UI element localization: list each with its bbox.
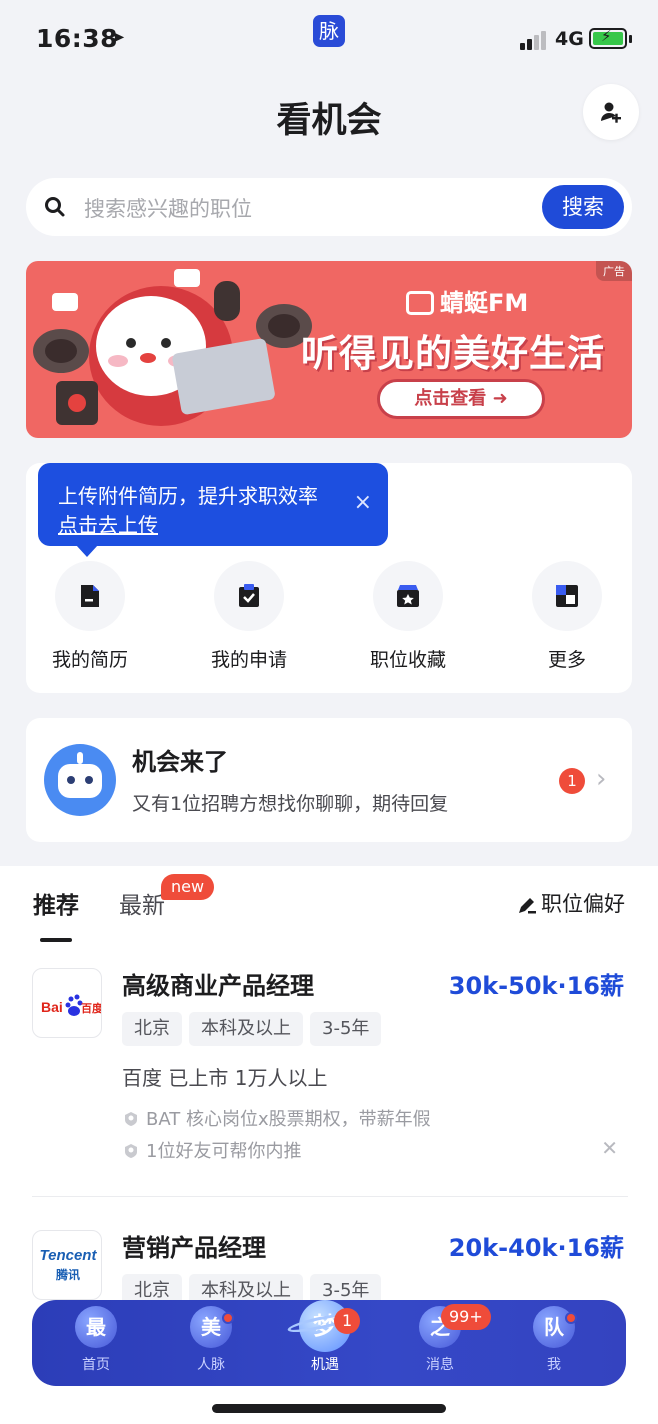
add-contact-button[interactable] — [583, 84, 639, 140]
job-salary: 20k-40k·16薪 — [448, 1234, 624, 1262]
perk-icon — [125, 1112, 137, 1126]
tab-latest[interactable]: 最新 — [119, 886, 165, 920]
dismiss-job-icon[interactable]: ✕ — [601, 1136, 618, 1160]
referral-info: 1位好友可帮你内推 — [122, 1137, 301, 1163]
job-tags: 北京 本科及以上 3-5年 — [122, 1012, 388, 1046]
unread-dot — [222, 1312, 234, 1324]
job-perk: BAT 核心岗位x股票期权，带薪年假 — [122, 1105, 431, 1131]
new-badge: new — [161, 874, 215, 900]
chevron-right-icon: › — [596, 764, 607, 794]
search-icon — [45, 197, 65, 217]
arrow-right-icon: ➜ — [492, 388, 508, 409]
job-tag: 本科及以上 — [189, 1012, 303, 1046]
tab-messages[interactable]: 之 99+ 消息 — [405, 1304, 491, 1374]
bookmark-box-icon — [397, 585, 419, 607]
clipboard-check-icon — [239, 584, 259, 607]
opportunity-title: 机会来了 — [132, 748, 228, 776]
divider — [32, 1196, 628, 1197]
opportunity-card[interactable]: 机会来了 又有1位招聘方想找你聊聊，期待回复 1 › — [26, 718, 632, 842]
company-logo-baidu: Bai 百度 — [32, 968, 102, 1038]
ad-label: 广告 — [596, 261, 632, 281]
app-badge: 脉 — [313, 15, 345, 47]
banner-illustration — [33, 269, 312, 426]
bottom-tab-bar: 最 首页 美 人脉 梦 1 机遇 之 99+ 消息 队 我 — [32, 1300, 626, 1386]
tab-home[interactable]: 最 首页 — [61, 1306, 131, 1374]
search-input[interactable]: 搜索感兴趣的职位 — [84, 193, 252, 223]
job-preference-button[interactable]: 职位偏好 — [517, 888, 625, 918]
quick-item-resume[interactable]: 我的简历 — [20, 561, 160, 672]
company-info: 百度 已上市 1万人以上 — [122, 1066, 328, 1090]
ad-banner[interactable]: 广告 蜻蜓FM 听得见的美好生活 点击查看 ➜ — [26, 261, 632, 438]
job-salary: 30k-50k·16薪 — [448, 972, 624, 1000]
location-arrow-icon: ➤ — [110, 27, 126, 48]
banner-slogan: 听得见的美好生活 — [301, 332, 605, 375]
tab-underline — [40, 938, 72, 942]
job-tag: 3-5年 — [310, 1012, 382, 1046]
more-icon — [556, 585, 578, 607]
quick-item-favorites[interactable]: 职位收藏 — [338, 561, 478, 672]
tab-network[interactable]: 美 人脉 — [176, 1306, 246, 1374]
banner-cta-button[interactable]: 点击查看 ➜ — [377, 379, 545, 419]
upload-resume-tooltip[interactable]: 上传附件简历，提升求职效率 点击去上传 × — [38, 463, 388, 557]
tab-badge: 1 — [334, 1308, 361, 1334]
unread-dot — [565, 1312, 577, 1324]
search-bar[interactable]: 搜索感兴趣的职位 搜索 — [26, 178, 632, 236]
tab-opportunity[interactable]: 梦 1 机遇 — [286, 1300, 361, 1374]
page-title: 看机会 — [276, 101, 382, 141]
job-tag: 北京 — [122, 1012, 182, 1046]
fm-logo-icon — [406, 291, 434, 315]
signal-icon — [520, 30, 548, 50]
opportunity-subtitle: 又有1位招聘方想找你聊聊，期待回复 — [132, 793, 449, 815]
close-icon[interactable]: × — [354, 490, 372, 515]
screen: { "status": {"time": "16:38", "network":… — [0, 0, 658, 1424]
opportunity-count-badge: 1 — [559, 768, 585, 794]
search-button[interactable]: 搜索 — [542, 185, 624, 229]
tab-badge: 99+ — [441, 1304, 491, 1330]
edit-icon — [519, 898, 536, 914]
status-bar: 16:38 ➤ 脉 4G ⚡ — [0, 0, 658, 80]
svg-text:百度: 百度 — [81, 1001, 102, 1015]
tooltip-text: 上传附件简历，提升求职效率 — [58, 484, 318, 508]
status-time: 16:38 — [36, 24, 119, 53]
add-person-icon — [601, 102, 621, 123]
planet-home-icon: 最 — [75, 1306, 117, 1348]
battery-icon: ⚡ — [589, 27, 632, 49]
quick-item-applications[interactable]: 我的申请 — [179, 561, 319, 672]
network-type: 4G — [555, 28, 584, 50]
company-logo-tencent: Tencent 腾讯 — [32, 1230, 102, 1300]
svg-text:Bai: Bai — [41, 999, 63, 1015]
tab-recommend[interactable]: 推荐 — [33, 886, 79, 920]
tooltip-arrow — [76, 545, 98, 557]
job-title: 营销产品经理 — [122, 1234, 266, 1262]
perk-icon — [125, 1144, 137, 1158]
quick-item-more[interactable]: 更多 — [497, 561, 637, 672]
banner-brand: 蜻蜓FM — [406, 283, 528, 318]
tab-me[interactable]: 队 我 — [519, 1306, 589, 1374]
home-indicator — [212, 1404, 446, 1413]
resume-icon — [81, 585, 99, 607]
tooltip-upload-link[interactable]: 点击去上传 — [58, 509, 158, 538]
job-title: 高级商业产品经理 — [122, 972, 314, 1000]
robot-avatar-icon — [44, 744, 116, 816]
